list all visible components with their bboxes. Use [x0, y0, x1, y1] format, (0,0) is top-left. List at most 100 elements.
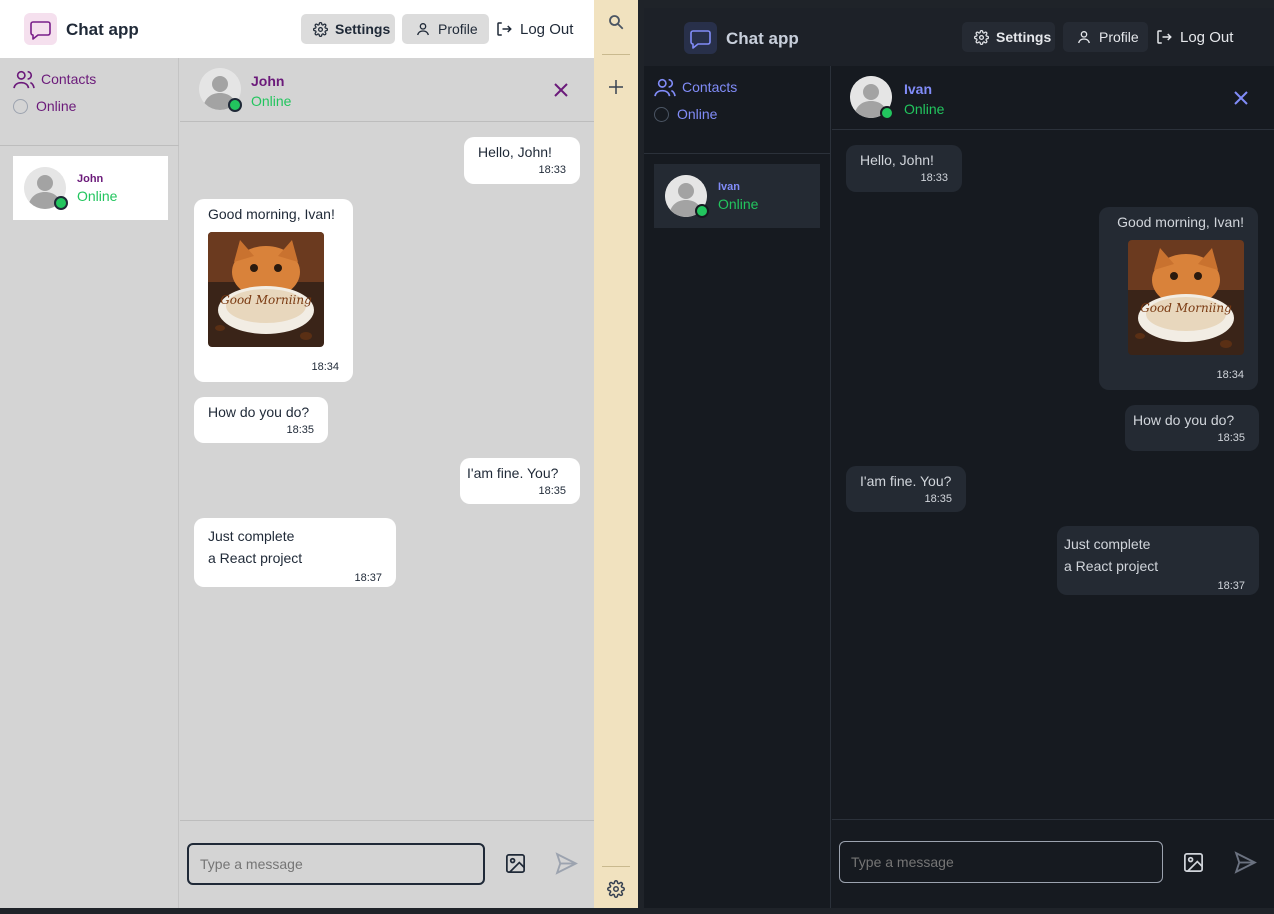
image-caption: Good Morniing: [1140, 301, 1232, 315]
profile-button[interactable]: Profile: [402, 14, 489, 44]
message-text: Good morning, Ivan!: [1117, 214, 1244, 230]
message-text-line-2: a React project: [1064, 558, 1159, 574]
message-text: Hello, John!: [860, 152, 934, 168]
online-indicator: [880, 106, 894, 120]
user-icon: [1078, 31, 1090, 44]
dark-chat-window: Chat app Settings Profile Log Out Contac…: [644, 8, 1274, 908]
logout-icon: [497, 22, 512, 36]
online-indicator: [54, 196, 68, 210]
search-icon[interactable]: [607, 13, 625, 31]
message-time: 18:33: [920, 172, 948, 184]
settings-button[interactable]: Settings: [301, 14, 395, 44]
image-icon[interactable]: [1182, 851, 1205, 874]
online-radio[interactable]: [13, 98, 28, 114]
app-title: Chat app: [726, 29, 799, 48]
chat-bubble-icon: [30, 21, 51, 40]
message-bubble: Just complete a React project 18:37: [1057, 526, 1259, 595]
message-text: How do you do?: [208, 404, 310, 420]
online-filter[interactable]: Online: [13, 98, 76, 114]
message-image[interactable]: Good Morniing: [208, 232, 324, 347]
logout-button[interactable]: Log Out: [495, 14, 585, 44]
chat-header: Ivan Online: [832, 66, 1274, 130]
online-radio[interactable]: [654, 106, 669, 122]
message-text-line-2: a React project: [208, 550, 303, 566]
settings-label: Settings: [996, 29, 1052, 45]
app-logo[interactable]: [24, 13, 57, 45]
contact-status: Online: [718, 196, 759, 212]
contact-status: Online: [77, 188, 118, 204]
message-input[interactable]: [839, 841, 1163, 883]
users-icon: [654, 78, 676, 97]
logout-label: Log Out: [1180, 28, 1234, 46]
app-logo[interactable]: [684, 22, 717, 54]
close-icon[interactable]: [553, 82, 569, 98]
contacts-label: Contacts: [682, 79, 738, 95]
message-bubble: I'am fine. You? 18:35: [460, 458, 580, 504]
message-bubble: Good morning, Ivan! Good Morniing 18:34: [1099, 207, 1258, 390]
app-title: Chat app: [66, 20, 139, 39]
message-time: 18:37: [354, 572, 382, 584]
message-time: 18:33: [538, 164, 566, 176]
online-indicator: [695, 204, 709, 218]
contact-name: Ivan: [718, 181, 741, 193]
cat-coffee-image: Good Morniing: [1128, 240, 1244, 355]
toolbar-divider: [602, 866, 630, 867]
message-time: 18:35: [924, 493, 952, 505]
message-time: 18:37: [1217, 580, 1245, 592]
contact-name: John: [77, 173, 104, 185]
message-bubble: Hello, John! 18:33: [846, 145, 962, 192]
profile-label: Profile: [438, 21, 478, 37]
message-bubble: Hello, John! 18:33: [464, 137, 580, 184]
gear-icon: [974, 29, 989, 45]
message-text: Good morning, Ivan!: [208, 206, 335, 222]
online-filter[interactable]: Online: [654, 106, 717, 122]
chat-partner-name: John: [251, 73, 285, 89]
message-text-line-1: Just complete: [1064, 536, 1151, 552]
online-filter-label: Online: [677, 106, 718, 122]
message-time: 18:35: [286, 424, 314, 436]
message-bubble: Just complete a React project 18:37: [194, 518, 396, 587]
logout-label: Log Out: [520, 20, 574, 38]
settings-button[interactable]: Settings: [962, 22, 1055, 52]
settings-label: Settings: [335, 21, 391, 37]
send-icon[interactable]: [1233, 850, 1258, 875]
image-caption: Good Morniing: [220, 293, 312, 307]
chat-bubble-icon: [690, 30, 711, 49]
gear-icon: [313, 21, 328, 37]
message-text: Hello, John!: [478, 144, 552, 160]
chat-partner-status: Online: [251, 93, 292, 109]
message-bubble: I'am fine. You? 18:35: [846, 466, 966, 512]
message-time: 18:35: [1217, 432, 1245, 444]
message-text: How do you do?: [1133, 412, 1235, 428]
contacts-tab[interactable]: Contacts: [13, 69, 96, 89]
message-image[interactable]: Good Morniing: [1128, 240, 1244, 355]
logout-icon: [1157, 30, 1172, 44]
profile-button[interactable]: Profile: [1063, 22, 1148, 52]
users-icon: [13, 70, 35, 89]
message-time: 18:34: [1216, 369, 1244, 381]
contact-item-john[interactable]: John Online: [13, 156, 168, 220]
side-toolbar: [594, 0, 638, 908]
plus-icon[interactable]: [608, 79, 624, 95]
message-text: I'am fine. You?: [860, 473, 952, 489]
chat-header: John Online: [180, 58, 594, 122]
chat-partner-status: Online: [904, 101, 945, 117]
user-icon: [417, 23, 429, 36]
online-filter-label: Online: [36, 98, 77, 114]
close-icon[interactable]: [1233, 90, 1249, 106]
image-icon[interactable]: [504, 852, 527, 875]
contact-item-ivan[interactable]: Ivan Online: [654, 164, 820, 228]
message-text-line-1: Just complete: [208, 528, 295, 544]
online-indicator: [228, 98, 242, 112]
contacts-tab[interactable]: Contacts: [654, 77, 737, 97]
toolbar-divider: [602, 54, 630, 55]
gear-icon[interactable]: [607, 880, 625, 898]
message-bubble: Good morning, Ivan! Good Morniing 18:34: [194, 199, 353, 382]
send-icon[interactable]: [554, 851, 579, 876]
message-bubble: How do you do? 18:35: [194, 397, 328, 443]
message-bubble: How do you do? 18:35: [1125, 405, 1259, 451]
message-time: 18:35: [538, 485, 566, 497]
message-input[interactable]: [187, 843, 485, 885]
logout-button[interactable]: Log Out: [1155, 22, 1245, 52]
message-text: I'am fine. You?: [467, 465, 559, 481]
